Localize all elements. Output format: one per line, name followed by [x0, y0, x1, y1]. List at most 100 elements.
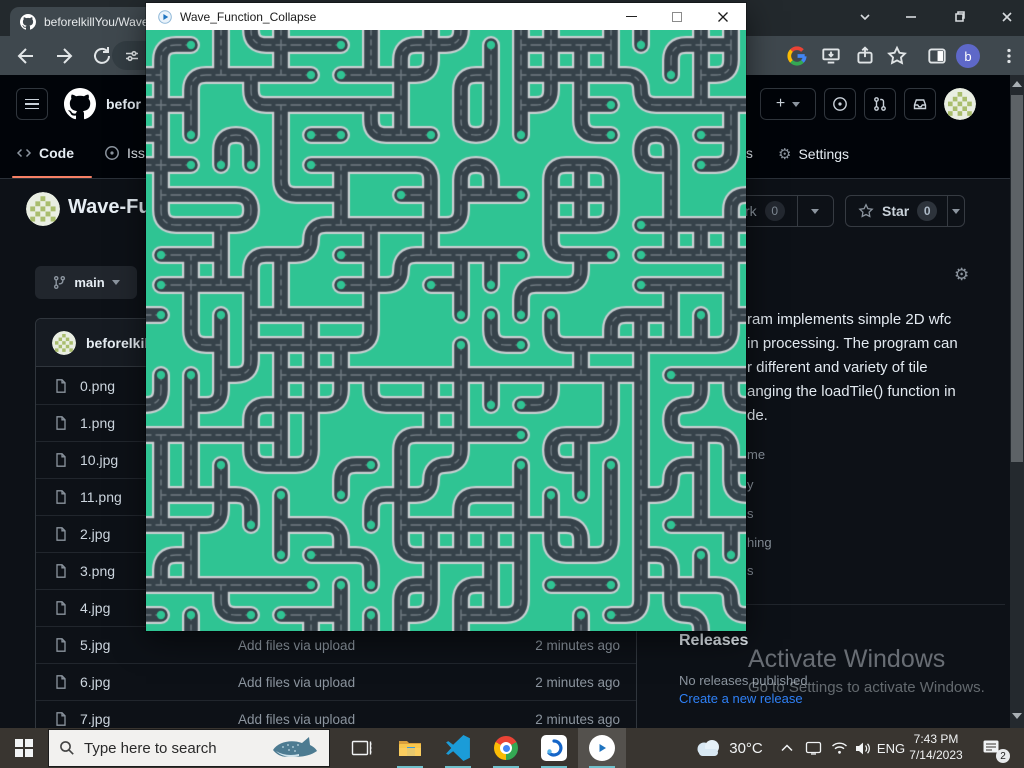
tab-issues[interactable]: Iss — [104, 145, 145, 161]
tablet-icon — [805, 741, 822, 755]
gear-icon: ⚙ — [778, 145, 791, 163]
site-settings-icon — [124, 48, 140, 64]
star-icon — [858, 203, 874, 219]
reload-icon[interactable] — [90, 44, 114, 68]
file-name[interactable]: 10.jpg — [80, 452, 118, 468]
browser-restore-icon[interactable] — [944, 4, 974, 30]
commit-message[interactable]: Add files via upload — [238, 638, 355, 653]
readme-link-fragment[interactable]: me — [747, 447, 765, 462]
processing-ide-icon — [541, 735, 567, 761]
inbox-icon[interactable] — [904, 88, 936, 120]
tablet-mode-button[interactable] — [800, 728, 826, 768]
watching-link-fragment[interactable]: hing — [747, 535, 772, 550]
commit-time: 2 minutes ago — [535, 712, 620, 727]
tab-settings[interactable]: ⚙ Settings — [778, 145, 849, 163]
tab-code[interactable]: Code — [16, 145, 74, 161]
wifi-button[interactable] — [826, 728, 852, 768]
weather-button[interactable] — [690, 728, 726, 768]
browser-profile-avatar[interactable]: b — [956, 44, 980, 68]
file-name[interactable]: 2.jpg — [80, 526, 110, 542]
file-icon — [53, 378, 69, 394]
bookmark-star-icon[interactable] — [886, 45, 908, 67]
pull-request-icon[interactable] — [864, 88, 896, 120]
browser-minimize-icon[interactable] — [896, 4, 926, 30]
page-scrollbar[interactable] — [1010, 75, 1024, 728]
commit-message[interactable]: Add files via upload — [238, 712, 355, 727]
vscode-icon — [445, 735, 471, 761]
notification-badge: 2 — [996, 749, 1010, 763]
file-name[interactable]: 0.png — [80, 378, 115, 394]
running-sketch-button[interactable] — [578, 728, 626, 768]
table-row[interactable]: 6.jpg Add files via upload 2 minutes ago — [36, 663, 636, 700]
share-icon[interactable] — [854, 45, 876, 67]
kebab-menu-icon[interactable] — [998, 45, 1020, 67]
about-gear-icon[interactable]: ⚙ — [954, 265, 969, 285]
language-indicator[interactable]: ENG — [876, 728, 906, 768]
forward-icon[interactable] — [52, 44, 76, 68]
commit-time: 2 minutes ago — [535, 675, 620, 690]
scroll-up-icon[interactable] — [1012, 81, 1022, 87]
google-icon[interactable] — [786, 45, 808, 67]
file-name[interactable]: 6.jpg — [80, 674, 110, 690]
vscode-button[interactable] — [434, 728, 482, 768]
wfc-minimize-icon[interactable] — [608, 3, 654, 30]
commit-message[interactable]: Add files via upload — [238, 675, 355, 690]
task-view-button[interactable] — [340, 728, 384, 768]
hamburger-menu-icon[interactable] — [16, 88, 48, 120]
file-icon — [53, 674, 69, 690]
speaker-icon — [855, 741, 872, 756]
tray-expand-button[interactable] — [774, 728, 800, 768]
table-row[interactable]: 5.jpg Add files via upload 2 minutes ago — [36, 626, 636, 663]
taskbar: Type here to search — [0, 728, 1024, 768]
processing-ide-button[interactable] — [530, 728, 578, 768]
temperature-text[interactable]: 30°C — [724, 728, 768, 768]
wfc-close-icon[interactable] — [700, 3, 746, 30]
file-name[interactable]: 7.jpg — [80, 711, 110, 727]
scroll-down-icon[interactable] — [1012, 713, 1022, 719]
file-name[interactable]: 11.png — [80, 489, 122, 505]
chevron-up-icon — [781, 744, 793, 752]
commit-author[interactable]: beforelkill — [86, 335, 152, 351]
taskbar-search[interactable]: Type here to search — [48, 729, 330, 767]
desktop: beforelkillYou/Wave g — [0, 0, 1024, 768]
volume-button[interactable] — [850, 728, 876, 768]
file-name[interactable]: 4.jpg — [80, 600, 110, 616]
clock[interactable]: 7:43 PM 7/14/2023 — [904, 728, 968, 768]
breadcrumb[interactable]: befor — [106, 96, 141, 112]
branch-caret-icon — [112, 280, 120, 285]
file-explorer-button[interactable] — [386, 728, 434, 768]
file-name[interactable]: 3.png — [80, 563, 115, 579]
commit-time: 2 minutes ago — [535, 638, 620, 653]
github-favicon-icon — [20, 14, 36, 30]
file-name[interactable]: 5.jpg — [80, 637, 110, 653]
file-icon — [53, 637, 69, 653]
activity-link-fragment[interactable]: y — [747, 477, 754, 492]
forks-link-fragment[interactable]: s — [747, 563, 754, 578]
user-avatar[interactable] — [944, 88, 976, 120]
star-caret-icon[interactable] — [952, 209, 960, 214]
issues-icon[interactable] — [824, 88, 856, 120]
tab-search-chevron-icon[interactable] — [850, 4, 880, 30]
fork-caret-icon[interactable] — [811, 209, 819, 214]
side-panel-icon[interactable] — [926, 45, 948, 67]
star-button[interactable]: Star 0 — [845, 195, 965, 227]
github-logo-icon[interactable] — [64, 88, 96, 120]
chrome-button[interactable] — [482, 728, 530, 768]
back-icon[interactable] — [14, 44, 38, 68]
file-icon — [53, 600, 69, 616]
whale-shark-graphic — [269, 735, 319, 761]
create-new-button[interactable]: + — [760, 88, 816, 120]
branch-selector[interactable]: main — [35, 266, 137, 299]
start-button[interactable] — [0, 728, 48, 768]
file-name[interactable]: 1.png — [80, 415, 115, 431]
file-icon — [53, 452, 69, 468]
table-row[interactable]: 7.jpg Add files via upload 2 minutes ago — [36, 700, 636, 728]
install-icon[interactable] — [820, 45, 842, 67]
browser-close-icon[interactable] — [992, 4, 1022, 30]
stars-link-fragment[interactable]: s — [747, 506, 754, 521]
notification-center-button[interactable]: 2 — [972, 728, 1012, 768]
wfc-title-bar[interactable]: Wave_Function_Collapse — [146, 3, 746, 30]
commit-author-avatar[interactable] — [52, 331, 76, 355]
scrollbar-thumb[interactable] — [1011, 95, 1023, 462]
wfc-maximize-icon[interactable] — [654, 3, 700, 30]
